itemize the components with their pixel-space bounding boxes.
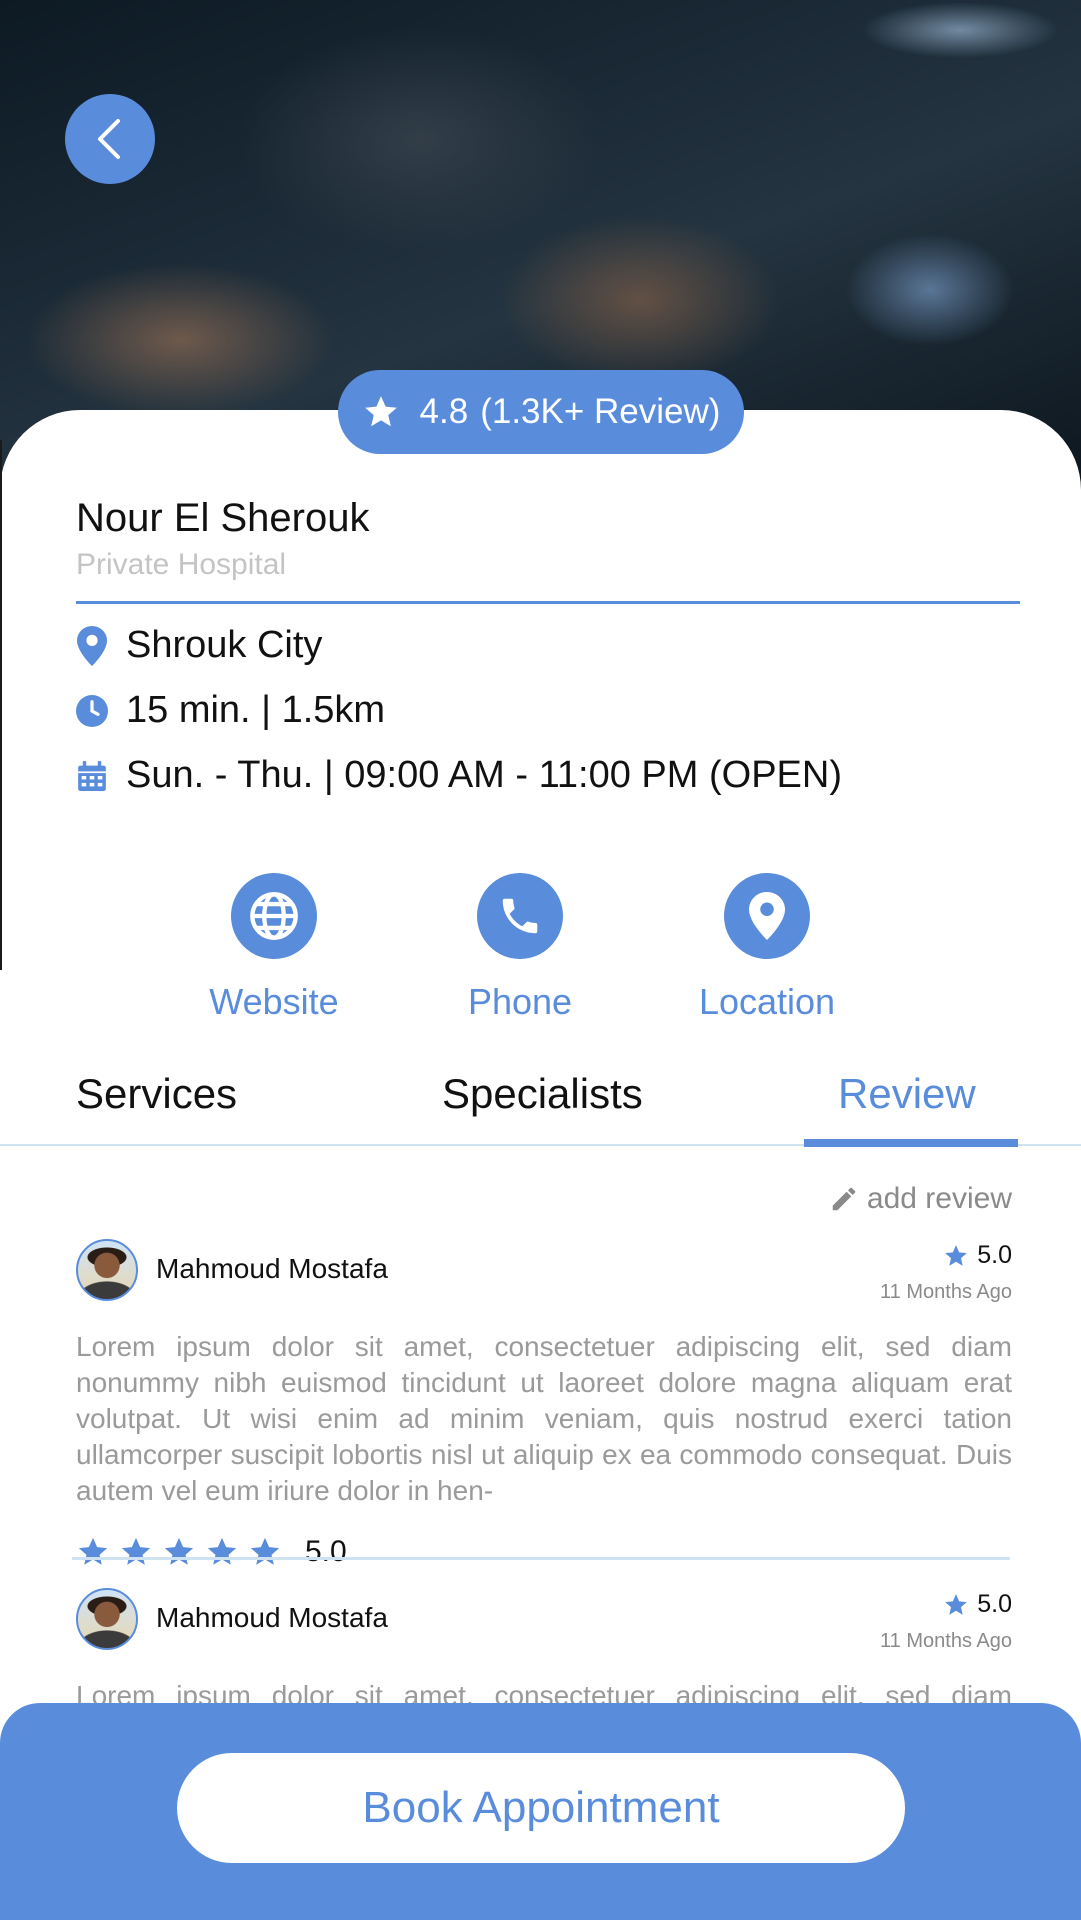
avatar xyxy=(76,1239,138,1301)
star-icon xyxy=(164,1537,194,1565)
phone-icon xyxy=(477,873,563,959)
star-icon xyxy=(945,1244,968,1266)
website-label: Website xyxy=(209,981,339,1022)
calendar-icon xyxy=(76,756,108,796)
phone-label: Phone xyxy=(467,981,573,1022)
review-score: 5.0 xyxy=(943,1590,1012,1619)
star-icon xyxy=(121,1537,151,1565)
map-pin-icon xyxy=(76,625,108,666)
review-score: 5.0 xyxy=(943,1241,1012,1270)
location-button[interactable]: Location xyxy=(667,873,867,1023)
hours-text: Sun. - Thu. | 09:00 AM - 11:00 PM (OPEN) xyxy=(126,754,842,796)
rating-count: (1.3K+ Review) xyxy=(480,392,721,431)
add-review-button[interactable]: add review xyxy=(829,1182,1012,1216)
clock-icon xyxy=(76,691,108,731)
review-score-value: 5.0 xyxy=(977,1590,1012,1618)
map-pin-icon xyxy=(724,873,810,959)
star-rating-value: 5.0 xyxy=(305,1535,347,1568)
divider xyxy=(76,601,1020,604)
globe-icon xyxy=(231,873,317,959)
tab-bar: Services Specialists Review xyxy=(0,1050,1081,1146)
tab-specialists[interactable]: Specialists xyxy=(442,1070,643,1118)
location-label: Location xyxy=(698,981,836,1022)
avatar xyxy=(76,1588,138,1650)
book-appointment-button[interactable]: Book Appointment xyxy=(177,1753,905,1863)
hospital-name: Nour El Sherouk xyxy=(76,496,370,540)
review-card: Mahmoud Mostafa 5.0 11 Months Ago Lorem … xyxy=(76,1239,1012,1569)
star-rating: 5.0 xyxy=(76,1535,1012,1569)
rating-value: 4.8 xyxy=(419,392,469,431)
hours-row: Sun. - Thu. | 09:00 AM - 11:00 PM (OPEN) xyxy=(76,754,842,797)
star-icon xyxy=(78,1537,108,1565)
card-edge xyxy=(0,440,2,970)
tab-review[interactable]: Review xyxy=(838,1070,976,1118)
hospital-type: Private Hospital xyxy=(76,548,287,581)
review-time: 11 Months Ago xyxy=(880,1630,1012,1652)
star-icon xyxy=(945,1593,968,1615)
location-text: Shrouk City xyxy=(126,624,323,666)
star-icon xyxy=(364,396,397,427)
reviewer-name: Mahmoud Mostafa xyxy=(156,1253,388,1284)
star-icon xyxy=(250,1537,280,1565)
reviewer-name: Mahmoud Mostafa xyxy=(156,1602,388,1633)
pencil-icon xyxy=(832,1187,856,1211)
rating-badge: 4.8 (1.3K+ Review) xyxy=(338,370,744,454)
add-review-label: add review xyxy=(866,1182,1012,1215)
review-text: Lorem ipsum dolor sit amet, consectetuer… xyxy=(76,1331,1012,1506)
review-time: 11 Months Ago xyxy=(880,1281,1012,1303)
star-icon xyxy=(207,1537,237,1565)
review-divider xyxy=(72,1557,1010,1560)
active-tab-indicator xyxy=(804,1139,1018,1147)
location-row: Shrouk City xyxy=(76,624,322,667)
website-button[interactable]: Website xyxy=(174,873,374,1023)
distance-text: 15 min. | 1.5km xyxy=(126,689,386,731)
distance-row: 15 min. | 1.5km xyxy=(76,689,385,732)
tab-services[interactable]: Services xyxy=(76,1070,237,1118)
back-button[interactable] xyxy=(65,94,155,184)
chevron-left-icon xyxy=(98,119,120,159)
review-score-value: 5.0 xyxy=(977,1241,1012,1269)
phone-button[interactable]: Phone xyxy=(420,873,620,1023)
